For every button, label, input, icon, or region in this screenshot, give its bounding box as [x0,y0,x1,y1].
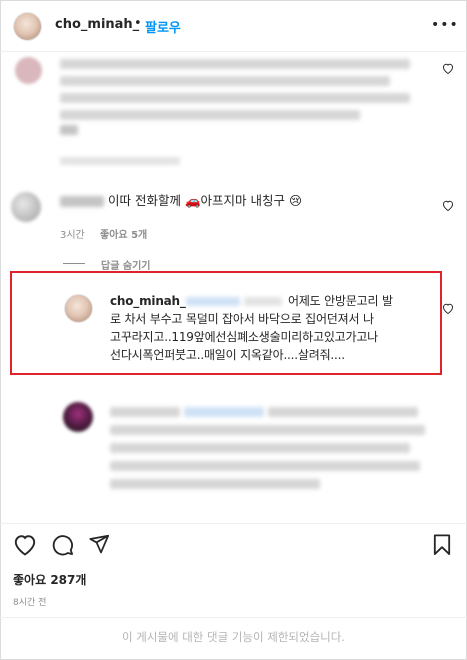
post-header: cho_minah_ • 팔로우 ••• [0,0,467,52]
comment-avatar[interactable] [15,57,42,84]
blurred-text [60,93,410,103]
blurred-text [268,407,418,417]
comment-like-heart-icon[interactable] [442,200,454,211]
hide-replies-button[interactable]: 답글 숨기기 [101,257,150,272]
comment-bubble-icon[interactable] [51,533,74,556]
blurred-text [110,407,180,417]
reply-text-line-1: 어제도 안방문고리 발 [288,294,393,308]
blurred-text [110,461,420,471]
header-avatar[interactable] [13,12,42,41]
reply-username[interactable]: cho_minah_ [110,292,186,311]
comments-restricted-notice: 이 게시물에 대한 댓글 기능이 제한되었습니다. [122,630,345,644]
blurred-mention [244,297,282,306]
comment-username-blurred[interactable] [60,196,104,207]
likes-number: 287개 [50,573,87,587]
share-send-icon[interactable] [88,533,110,555]
follow-button[interactable]: 팔로우 [145,17,181,36]
reply-avatar[interactable] [64,294,93,323]
reply-avatar[interactable] [63,402,93,432]
comment-time: 3시간 [60,230,85,241]
blurred-meta [60,157,180,165]
hide-replies-line [63,263,85,264]
bookmark-save-icon[interactable] [432,533,452,556]
likes-count[interactable]: 좋아요 287개 [13,571,86,588]
blurred-text [110,425,425,435]
blurred-text [60,59,410,69]
blurred-mention [184,407,264,417]
blurred-text [110,443,410,453]
blurred-mention [186,297,240,306]
header-username[interactable]: cho_minah_ [55,17,139,32]
likes-label: 좋아요 [13,573,47,587]
blurred-text [60,125,78,135]
reply-text-line-3: 고꾸라지고..119앞에선심폐소생술미리하고있고가고나 [110,330,379,344]
reply-text-line-2: 로 차서 부수고 목덜미 잡아서 바닥으로 집어던져서 나 [110,312,374,326]
restricted-divider [0,617,467,618]
comment-text: 이따 전화할께 🚗아프지마 내칭구 😢 [108,193,302,208]
header-separator: • [134,16,142,31]
blurred-text [110,479,320,489]
post-time-ago: 8시간 전 [13,598,47,608]
like-heart-icon[interactable] [13,534,37,556]
reply-text-line-4: 선다시폭언퍼붓고..매일이 지옥같아....살려줘.... [110,348,345,362]
comment-like-heart-icon[interactable] [442,63,454,74]
comment-likes[interactable]: 좋아요 5개 [100,226,147,241]
blurred-text [60,110,360,120]
blurred-text [60,76,390,86]
reply-like-heart-icon[interactable] [442,303,454,314]
comment-avatar[interactable] [11,192,41,222]
more-options-icon[interactable]: ••• [431,17,459,33]
actions-divider [0,523,467,524]
